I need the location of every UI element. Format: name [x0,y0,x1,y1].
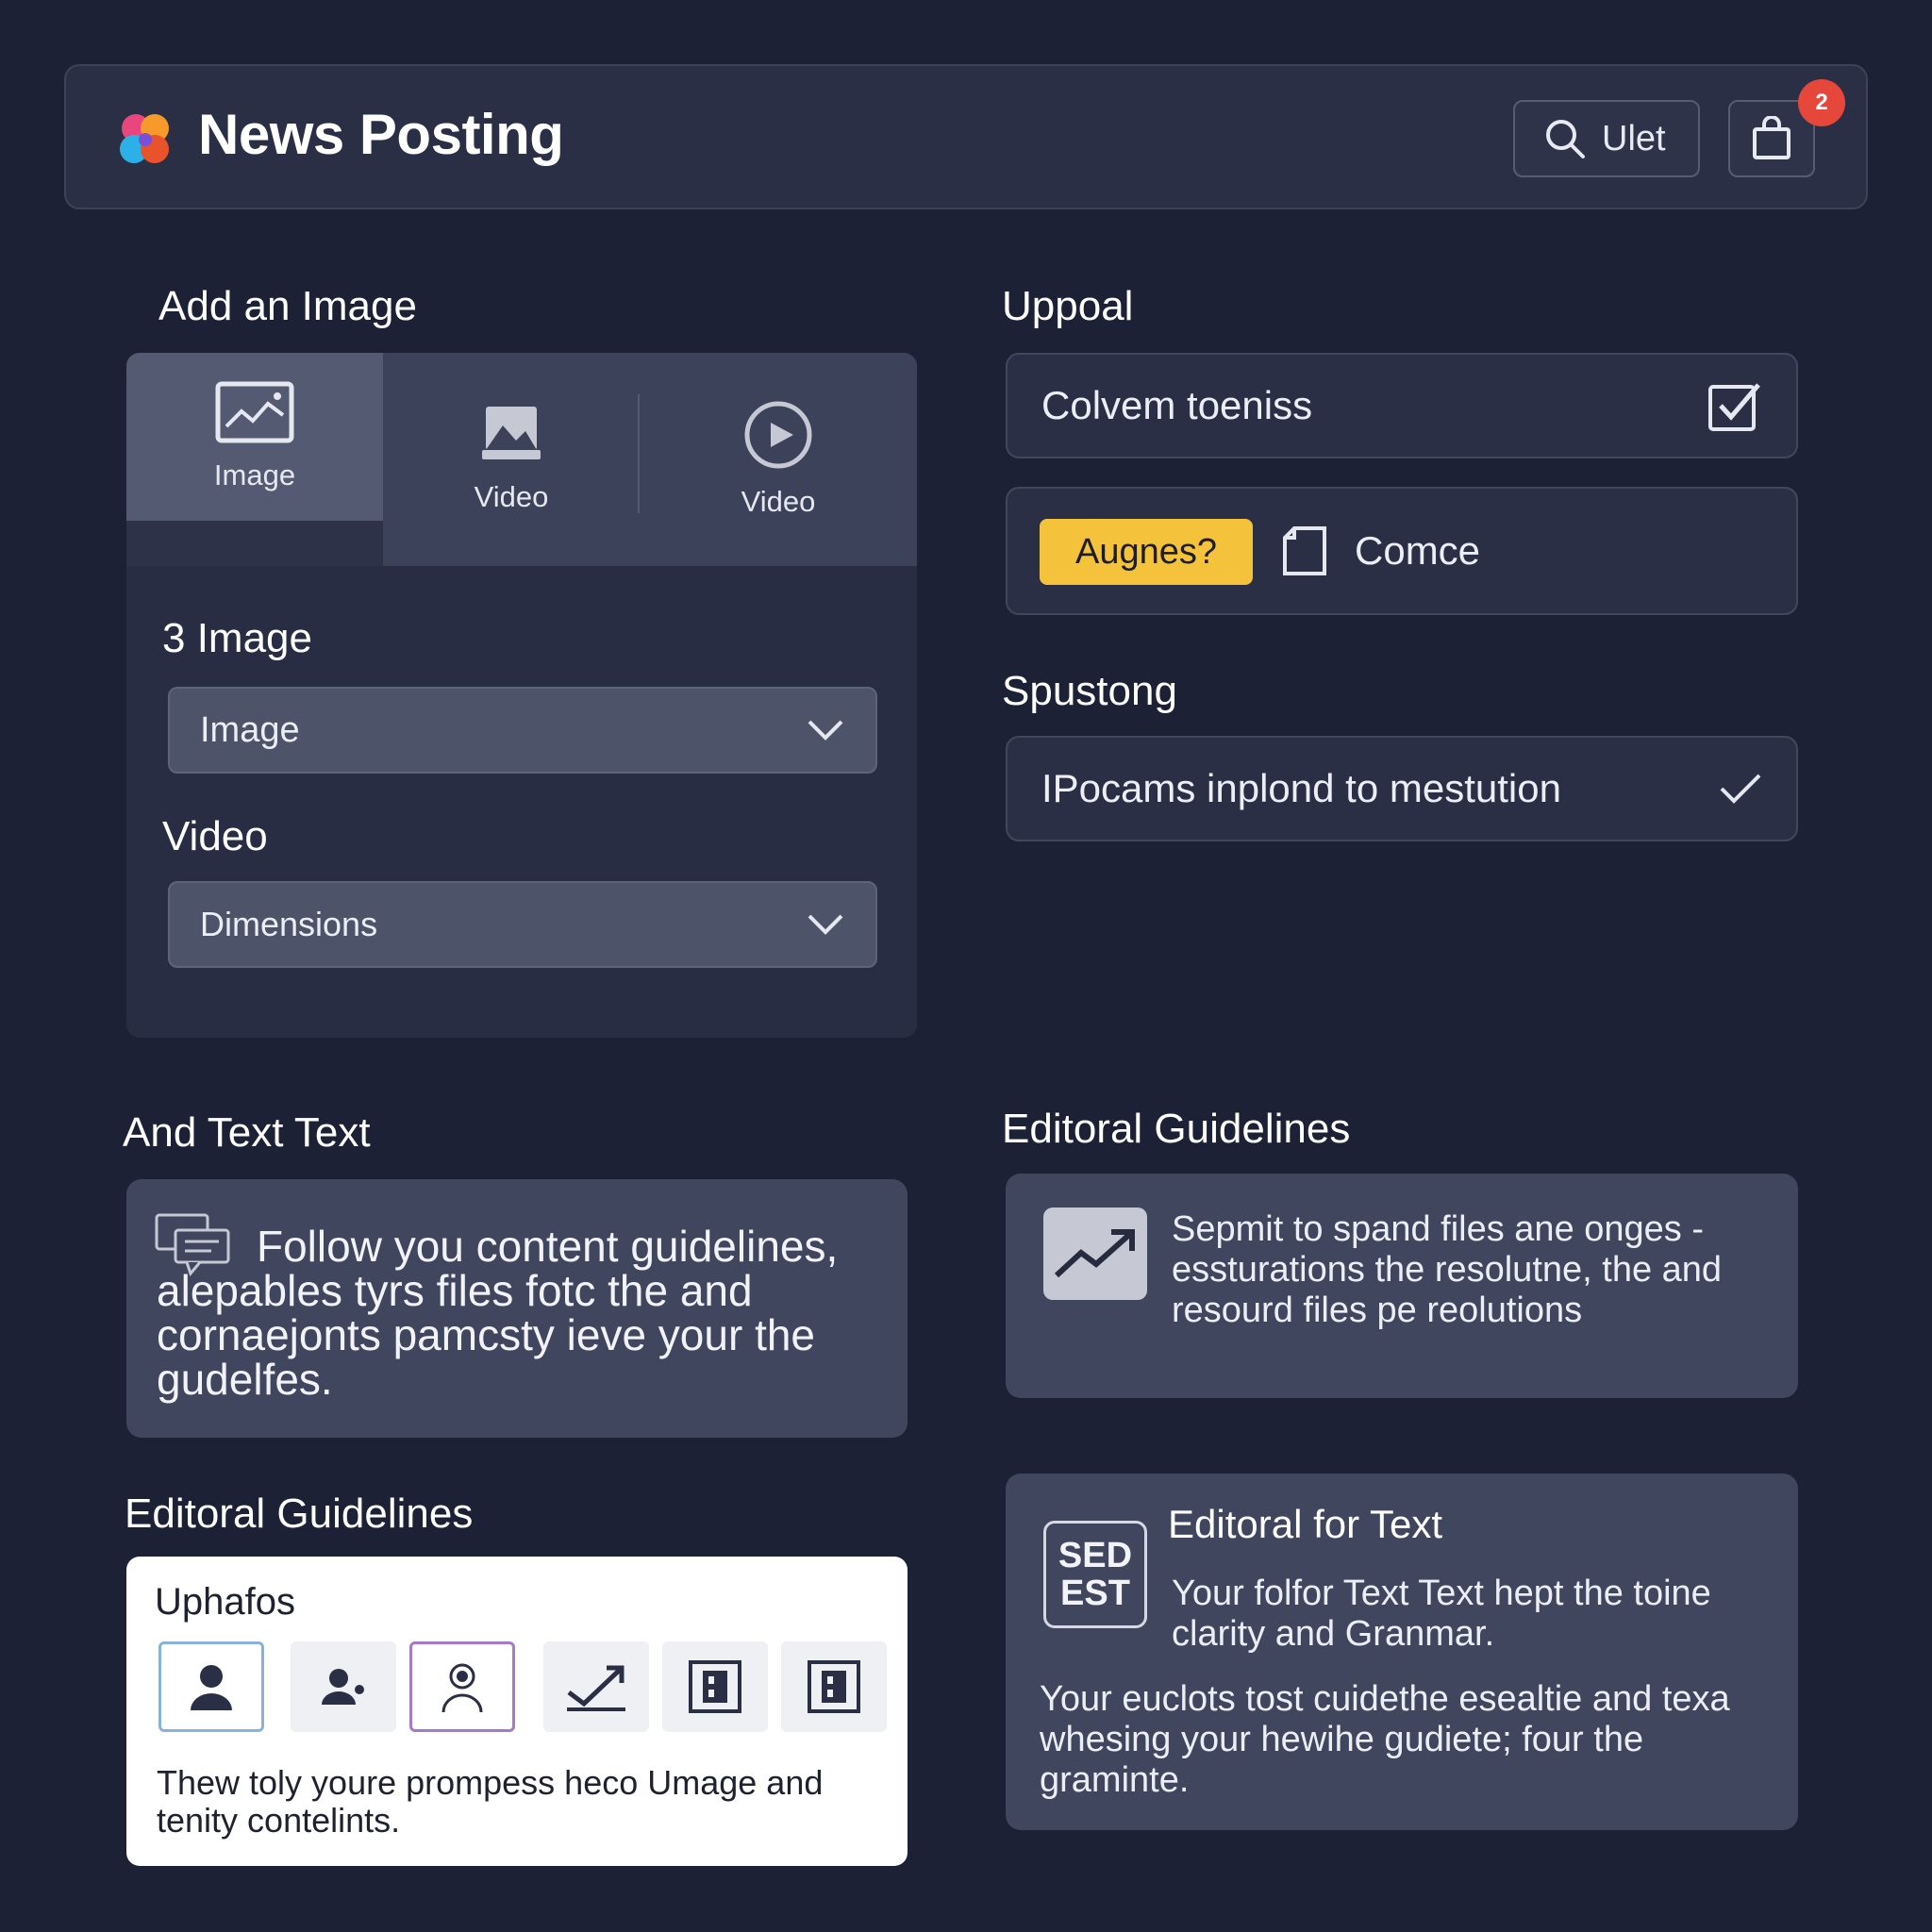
film-tile[interactable] [662,1641,768,1732]
app-title: News Posting [198,103,564,166]
tab-active-indicator [126,521,383,566]
search-label: Ulet [1602,118,1666,158]
search-button[interactable]: Ulet [1513,100,1700,177]
check-icon [1720,774,1761,804]
uphafos-title: Uphafos [155,1581,295,1623]
spusting-section-title: Spustong [1002,668,1177,714]
trend-tile [1043,1208,1147,1300]
user-icon [191,1665,232,1710]
play-circle-icon [744,401,812,469]
tab-video-label: Video [474,480,549,513]
editorial-text-body: Your euclots tost cuidethe esealtie and … [1040,1679,1730,1800]
sed-badge-line2: EST [1060,1574,1130,1613]
tab-video-2-label: Video [741,485,816,518]
landscape-icon [482,407,541,459]
media-card: Image Video Video 3 Image Image Video Di… [126,353,917,1038]
upload-input-value: Colvem toeniss [1041,383,1313,427]
upload-input[interactable]: Colvem toeniss [1006,353,1798,458]
tab-image-label: Image [213,458,296,491]
trend-up-icon [1054,1229,1135,1278]
sed-est-badge: SED EST [1043,1521,1147,1628]
sed-badge-line1: SED [1058,1536,1133,1575]
film-icon [689,1660,741,1713]
checkbox-checked-icon [1708,383,1760,431]
trend-check-tile[interactable] [543,1641,649,1732]
editorial-left-body: Thew toly youre prompess heco Umage and … [157,1763,824,1840]
notification-badge: 2 [1798,79,1845,126]
document-icon [1283,526,1326,575]
tab-image[interactable]: Image [126,353,383,521]
text-section-title: And Text Text [123,1109,371,1156]
video-label: Video [162,813,268,859]
user-circle-tile[interactable] [409,1641,515,1732]
editorial-text-title: Editoral for Text [1168,1502,1443,1546]
video-select-value: Dimensions [200,905,378,943]
editorial-left-title: Editoral Guidelines [125,1491,474,1537]
image-count-label: 3 Image [162,615,312,661]
user-edit-tile[interactable] [291,1641,396,1732]
user-tile[interactable] [158,1641,264,1732]
augnes-button[interactable]: Augnes? [1040,519,1253,585]
app-logo-icon [120,114,169,163]
search-icon [1546,120,1585,158]
spusting-select[interactable]: IPocams inplond to mestution [1006,736,1798,841]
shopping-bag-icon [1753,116,1790,159]
editorial-right-body: Sepmit to spand files ane onges - esstur… [1172,1209,1723,1330]
image-select[interactable]: Image [168,687,877,774]
spusting-select-value: IPocams inplond to mestution [1041,766,1561,810]
editorial-right-title: Editoral Guidelines [1002,1106,1351,1152]
user-circle-icon [441,1663,483,1713]
image-select-value: Image [200,709,300,750]
video-select[interactable]: Dimensions [168,881,877,968]
film-tile-2[interactable] [781,1641,887,1732]
user-edit-icon [322,1669,364,1705]
media-section-title: Add an Image [158,283,417,329]
text-guidelines-body: Follow you content guidelines, alepables… [157,1222,839,1404]
tab-video-2[interactable]: Video [640,353,917,566]
editorial-text-subtitle: Your folfor Text Text hept the toine cla… [1172,1574,1711,1654]
chevron-down-icon [808,914,843,935]
tab-video[interactable]: Video [383,353,640,566]
image-icon [215,381,294,443]
film-icon [808,1660,860,1713]
comce-link[interactable]: Comce [1355,528,1480,574]
trend-check-icon [567,1665,625,1711]
upload-section-title: Uppoal [1002,283,1134,329]
chevron-down-icon [808,720,843,741]
